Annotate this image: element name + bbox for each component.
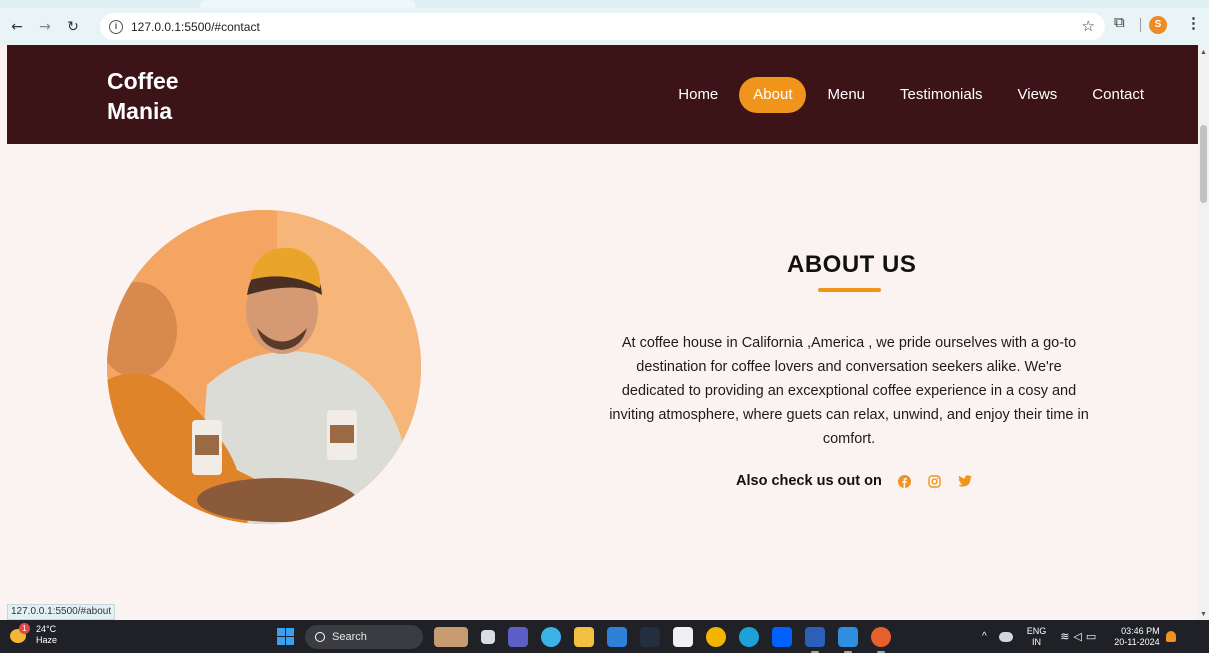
- about-photo: [107, 210, 421, 524]
- twitter-icon[interactable]: [957, 474, 972, 488]
- weather-condition: Haze: [36, 635, 58, 645]
- couple-coffee-photo: [107, 210, 421, 524]
- taskbar-apps: [434, 627, 904, 653]
- taskbar-search[interactable]: Search: [305, 625, 423, 649]
- forward-arrow-icon[interactable]: →: [34, 16, 56, 38]
- nav-views[interactable]: Views: [1004, 77, 1072, 113]
- teams-icon[interactable]: [508, 627, 528, 647]
- address-bar[interactable]: i 127.0.0.1:5500/#contact ☆: [100, 13, 1105, 40]
- page-scrollbar[interactable]: ▲ ▼: [1198, 45, 1209, 620]
- social-label: Also check us out on: [736, 473, 882, 489]
- browser-toolbar: ← → ↻ i 127.0.0.1:5500/#contact ☆: [0, 8, 1209, 45]
- nav-contact[interactable]: Contact: [1078, 77, 1158, 113]
- main-nav: Home About Menu Testimonials Views Conta…: [657, 77, 1158, 113]
- logo-line-1: Coffee: [107, 68, 179, 94]
- weather-badge: 1: [19, 623, 30, 634]
- bookmark-star-icon[interactable]: ☆: [1082, 17, 1095, 35]
- web-page: Coffee Mania Home About Menu Testimonial…: [7, 45, 1198, 620]
- file-explorer-icon[interactable]: [574, 627, 594, 647]
- browser-chrome: ← → ↻ i 127.0.0.1:5500/#contact ☆ ⧉ S ⋮: [0, 0, 1209, 45]
- scrollbar-thumb[interactable]: [1200, 125, 1207, 203]
- nav-testimonials[interactable]: Testimonials: [886, 77, 997, 113]
- back-arrow-icon[interactable]: ←: [6, 16, 28, 38]
- search-icon: [315, 632, 325, 642]
- word-icon[interactable]: [805, 627, 825, 653]
- language-line-2: IN: [1031, 636, 1041, 647]
- link-status-bubble: 127.0.0.1:5500/#about: [7, 604, 116, 620]
- toolbar-divider: [1140, 18, 1141, 32]
- wifi-volume-battery-icons[interactable]: ≋◁▭: [1060, 630, 1100, 643]
- chrome-icon[interactable]: [706, 627, 726, 647]
- tab-strip: [0, 0, 1209, 8]
- amazon-app-icon[interactable]: [673, 627, 693, 647]
- task-view-icon[interactable]: [481, 630, 495, 644]
- system-clock[interactable]: 03:46 PM 20-11-2024: [1114, 626, 1159, 648]
- windows-start-icon[interactable]: [277, 628, 294, 645]
- edge-icon[interactable]: [739, 627, 759, 647]
- windows-taskbar: 1 24°C Haze Search ^ ENG IN ≋◁▭ 03:46 PM…: [0, 620, 1209, 653]
- scroll-down-icon[interactable]: ▼: [1200, 611, 1207, 618]
- nav-menu[interactable]: Menu: [813, 77, 879, 113]
- address-url[interactable]: 127.0.0.1:5500/#contact: [131, 20, 260, 34]
- nav-home[interactable]: Home: [664, 77, 732, 113]
- reload-icon[interactable]: ↻: [62, 16, 84, 38]
- store-icon[interactable]: [607, 627, 627, 647]
- taskbar-search-label: Search: [332, 631, 367, 643]
- onedrive-icon[interactable]: [998, 631, 1013, 642]
- site-info-icon[interactable]: i: [109, 19, 123, 34]
- weather-widget[interactable]: 1 24°C Haze: [8, 623, 57, 647]
- weather-temperature: 24°C: [36, 624, 57, 634]
- title-underline: [818, 288, 881, 292]
- about-description: At coffee house in California ,America ,…: [609, 335, 1089, 447]
- language-indicator[interactable]: ENG IN: [1027, 626, 1047, 648]
- tray-expand-icon[interactable]: ^: [982, 631, 987, 642]
- dropbox-icon[interactable]: [772, 627, 792, 647]
- chrome-profile-icon[interactable]: [871, 627, 891, 653]
- clock-time: 03:46 PM: [1121, 625, 1160, 636]
- amazon-icon[interactable]: [640, 627, 660, 647]
- language-line-1: ENG: [1026, 625, 1047, 636]
- profile-avatar[interactable]: S: [1149, 16, 1167, 34]
- active-tab[interactable]: [200, 0, 415, 8]
- site-header: Coffee Mania Home About Menu Testimonial…: [7, 45, 1198, 144]
- logo-line-2: Mania: [107, 98, 173, 124]
- about-title: ABOUT US: [787, 251, 917, 278]
- instagram-icon[interactable]: [928, 474, 942, 488]
- weather-sun-icon: 1: [8, 623, 32, 647]
- widgets-app-icon[interactable]: [434, 627, 468, 647]
- scroll-up-icon[interactable]: ▲: [1200, 49, 1207, 56]
- social-links: Also check us out on: [736, 473, 988, 489]
- vscode-icon[interactable]: [838, 627, 858, 653]
- extensions-icon[interactable]: ⧉: [1114, 13, 1125, 31]
- notification-bell-icon[interactable]: [1165, 631, 1176, 642]
- site-logo[interactable]: Coffee Mania: [107, 66, 227, 126]
- clock-date: 20-11-2024: [1114, 636, 1160, 647]
- facebook-icon[interactable]: [898, 474, 912, 488]
- browser-menu-icon[interactable]: ⋮: [1186, 14, 1201, 32]
- copilot-icon[interactable]: [541, 627, 561, 647]
- nav-about[interactable]: About: [739, 77, 807, 113]
- system-tray: ^ ENG IN ≋◁▭ 03:46 PM 20-11-2024: [982, 620, 1176, 653]
